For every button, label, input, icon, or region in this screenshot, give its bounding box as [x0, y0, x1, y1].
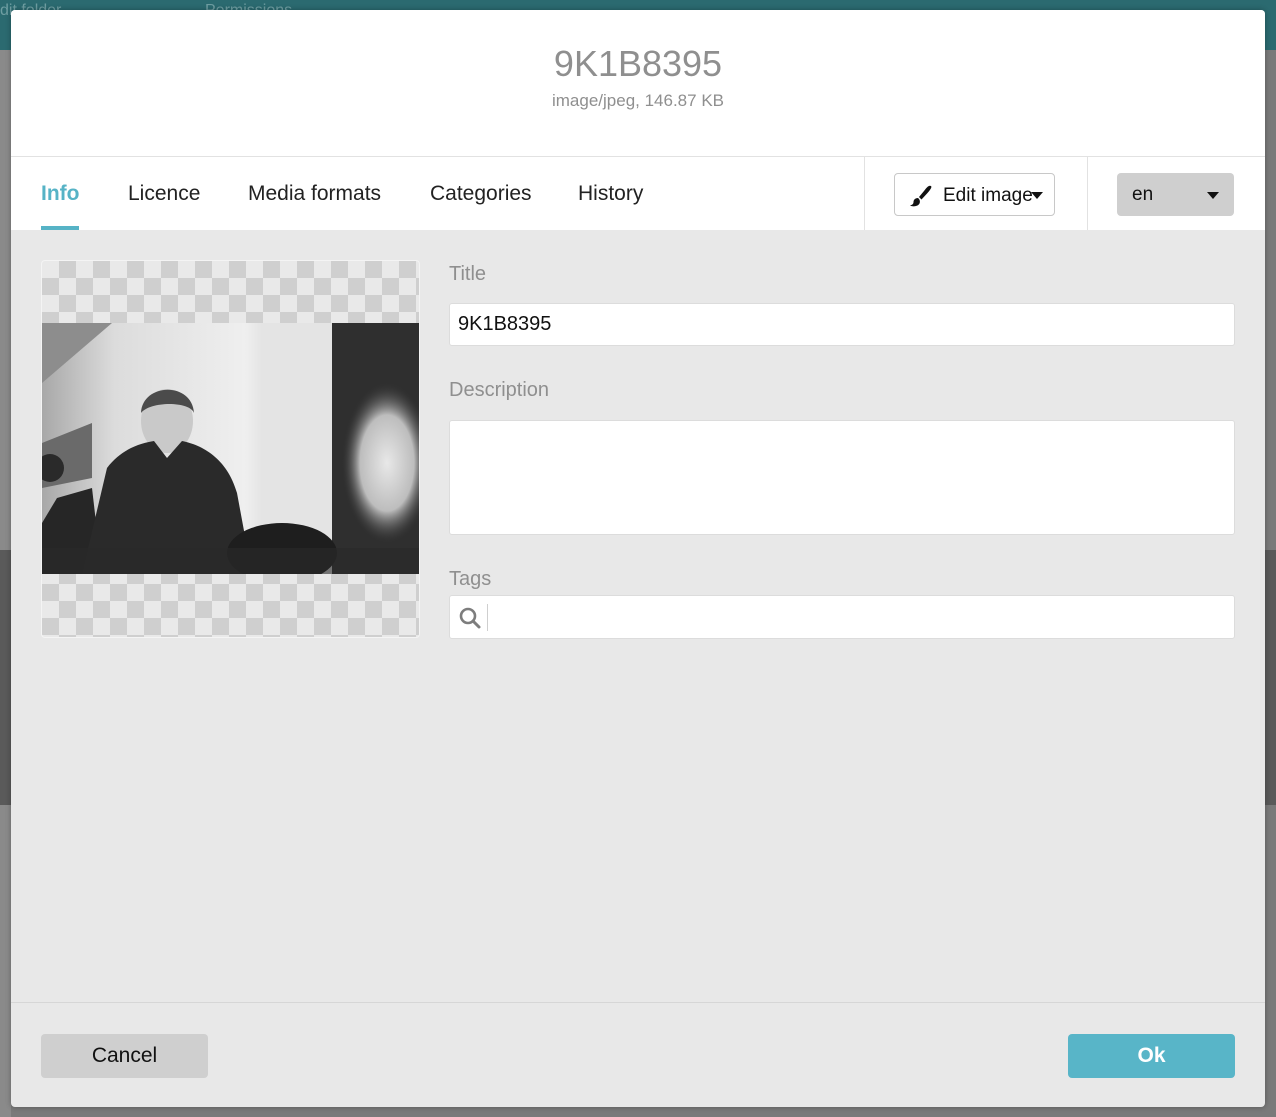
- tab-categories-label: Categories: [430, 182, 532, 205]
- chevron-down-icon: [1207, 192, 1219, 199]
- preview-photo: [42, 323, 419, 574]
- modal-header: 9K1B8395 image/jpeg, 146.87 KB: [11, 10, 1265, 157]
- tab-bar: Info Licence Media formats Categories Hi…: [11, 157, 1265, 230]
- tab-media-formats-label: Media formats: [248, 182, 382, 205]
- language-select[interactable]: en: [1117, 173, 1234, 216]
- image-preview: [41, 260, 420, 638]
- description-textarea[interactable]: [449, 420, 1235, 535]
- background-photo-left: [0, 550, 11, 805]
- footer-divider: [11, 1002, 1265, 1003]
- tab-bar-divider: [864, 157, 865, 230]
- ok-button[interactable]: Ok: [1068, 1034, 1235, 1078]
- tags-input-separator: [487, 604, 488, 631]
- description-label: Description: [449, 379, 550, 401]
- language-select-value: en: [1132, 184, 1154, 205]
- background-photo-right: [1265, 550, 1276, 805]
- tab-info[interactable]: Info: [41, 157, 80, 230]
- title-label: Title: [449, 263, 487, 285]
- search-icon: [459, 607, 481, 629]
- photo-illustration: [42, 323, 419, 574]
- tab-history[interactable]: History: [578, 157, 643, 230]
- cancel-button[interactable]: Cancel: [41, 1034, 208, 1078]
- tab-licence[interactable]: Licence: [128, 157, 200, 230]
- tab-info-label: Info: [41, 182, 80, 205]
- paint-brush-icon: [910, 185, 932, 207]
- tab-categories[interactable]: Categories: [430, 157, 532, 230]
- tags-label: Tags: [449, 568, 492, 590]
- tags-input[interactable]: [490, 596, 1234, 640]
- file-info: image/jpeg, 146.87 KB: [551, 91, 724, 110]
- tags-input-field[interactable]: [449, 595, 1235, 640]
- modal-title: 9K1B8395: [553, 43, 723, 84]
- tab-media-formats[interactable]: Media formats: [248, 157, 381, 230]
- tab-bar-divider: [1087, 157, 1088, 230]
- edit-image-label: Edit image: [943, 185, 1033, 206]
- tab-history-label: History: [578, 182, 644, 205]
- media-details-modal: 9K1B8395 image/jpeg, 146.87 KB Info Lice…: [11, 10, 1265, 1107]
- tab-licence-label: Licence: [128, 182, 201, 205]
- title-input[interactable]: [449, 303, 1235, 346]
- edit-image-button[interactable]: Edit image: [894, 173, 1055, 216]
- chevron-down-icon: [1031, 192, 1043, 199]
